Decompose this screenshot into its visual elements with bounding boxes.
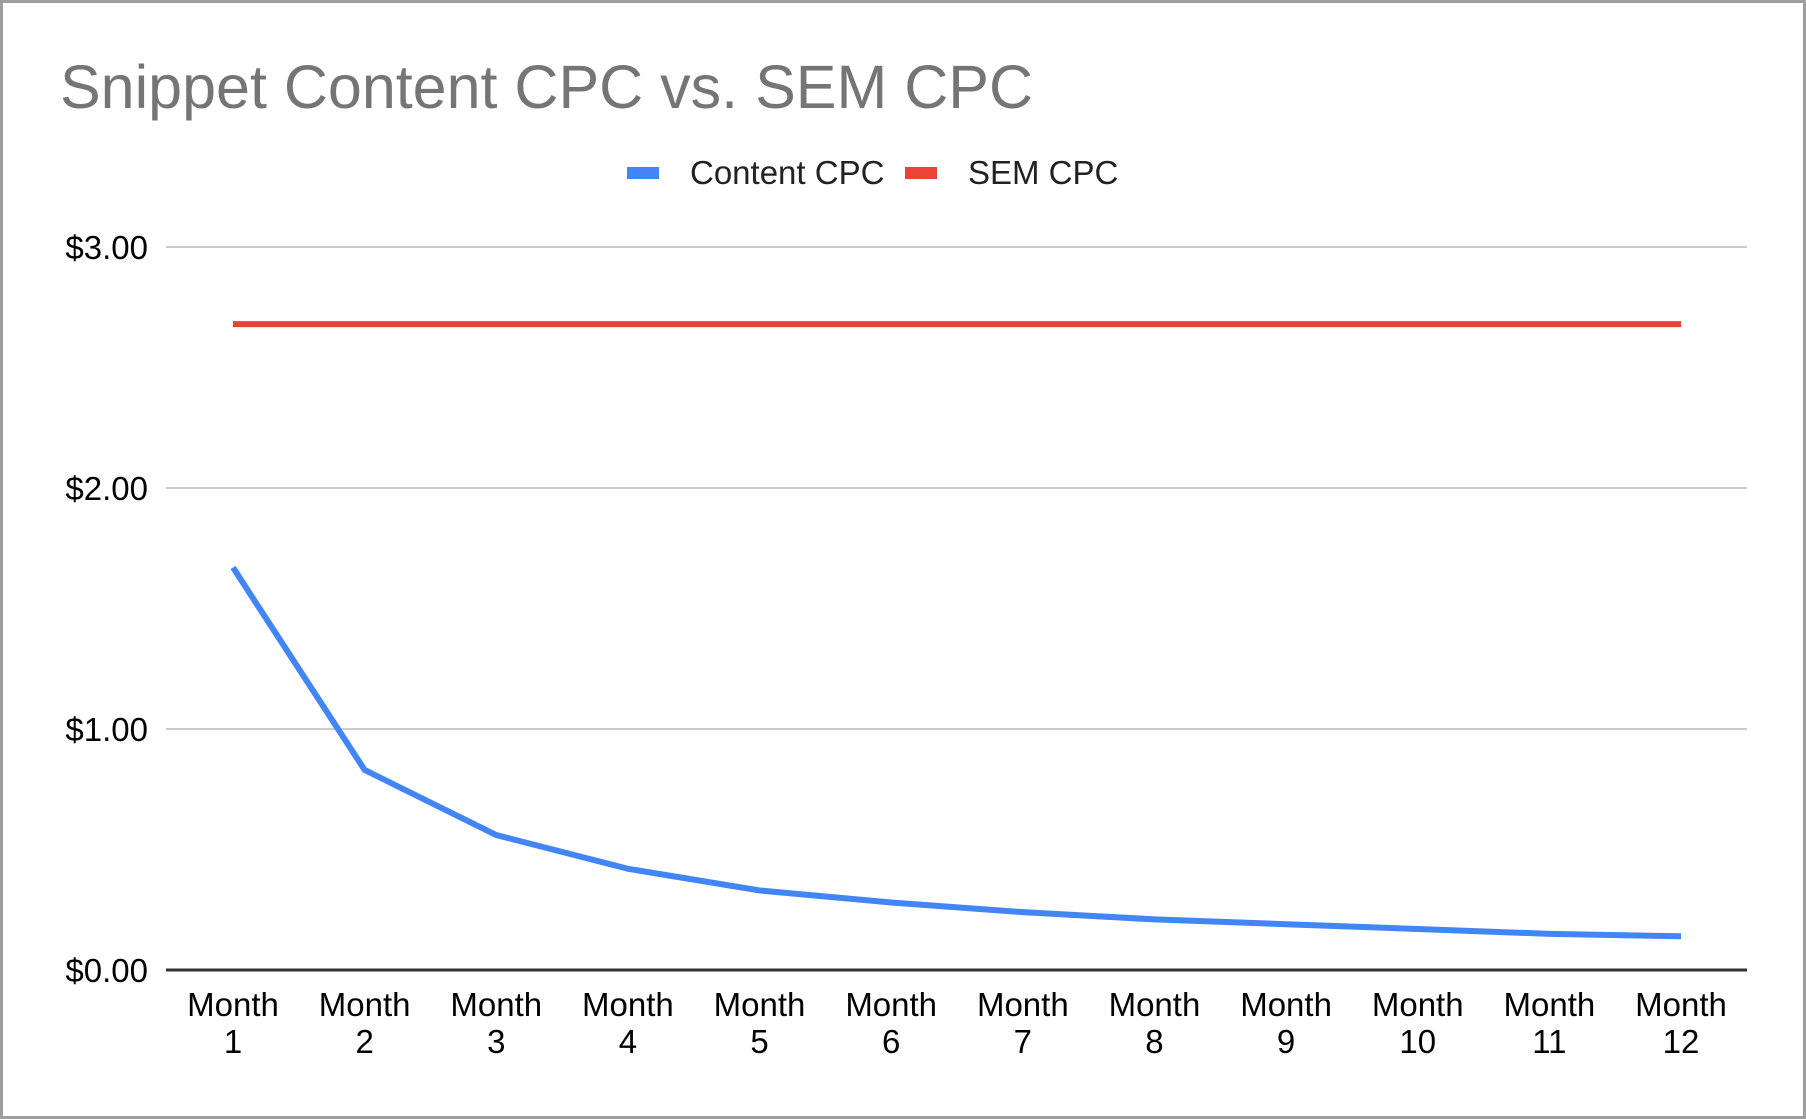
legend-swatch-sem-cpc xyxy=(905,167,937,179)
data-point-sem-cpc[interactable] xyxy=(493,321,499,327)
data-point-sem-cpc[interactable] xyxy=(1283,321,1289,327)
x-tick-label: Month 4 xyxy=(582,986,674,1060)
legend-item-sem-cpc[interactable]: SEM CPC xyxy=(905,154,1118,191)
x-tick-label-line: Month xyxy=(1372,986,1464,1023)
x-tick-label-line: Month xyxy=(450,986,542,1023)
data-point-sem-cpc[interactable] xyxy=(1020,321,1026,327)
x-tick-label-line: 8 xyxy=(1145,1023,1163,1060)
series-lines xyxy=(230,321,1684,940)
data-point-sem-cpc[interactable] xyxy=(230,321,236,327)
x-tick-label-line: 9 xyxy=(1277,1023,1295,1060)
data-point-content-cpc[interactable] xyxy=(1151,916,1157,922)
x-tick-label: Month 1 xyxy=(187,986,279,1060)
x-tick-label-line: Month xyxy=(1109,986,1201,1023)
x-tick-label-line: 10 xyxy=(1399,1023,1436,1060)
data-point-content-cpc[interactable] xyxy=(230,565,236,571)
data-point-content-cpc[interactable] xyxy=(888,900,894,906)
data-point-sem-cpc[interactable] xyxy=(888,321,894,327)
data-point-content-cpc[interactable] xyxy=(1020,909,1026,915)
y-tick-label: $1.00 xyxy=(65,711,148,748)
y-tick-label: $2.00 xyxy=(65,470,148,507)
x-tick-label-line: 5 xyxy=(750,1023,768,1060)
data-point-sem-cpc[interactable] xyxy=(625,321,631,327)
x-tick-label-line: Month xyxy=(977,986,1069,1023)
legend-label-content-cpc: Content CPC xyxy=(690,154,884,191)
chart-title: Snippet Content CPC vs. SEM CPC xyxy=(60,53,1033,121)
data-point-content-cpc[interactable] xyxy=(1283,921,1289,927)
data-point-sem-cpc[interactable] xyxy=(1546,321,1552,327)
data-point-content-cpc[interactable] xyxy=(757,887,763,893)
series-sem-cpc xyxy=(230,321,1684,328)
data-point-sem-cpc[interactable] xyxy=(757,321,763,327)
x-tick-label-line: Month xyxy=(1504,986,1596,1023)
x-tick-label-line: 4 xyxy=(619,1023,637,1060)
y-axis-tick-labels: $0.00 $1.00 $2.00 $3.00 xyxy=(65,229,148,989)
data-point-content-cpc[interactable] xyxy=(625,866,631,872)
x-tick-label-line: Month xyxy=(714,986,806,1023)
series-content-cpc xyxy=(230,565,1684,940)
line-chart: Snippet Content CPC vs. SEM CPC Content … xyxy=(60,53,1747,1060)
data-point-content-cpc[interactable] xyxy=(1546,931,1552,937)
legend-swatch-content-cpc xyxy=(627,167,659,179)
x-tick-label-line: 11 xyxy=(1532,1023,1566,1060)
x-tick-label-line: Month xyxy=(845,986,937,1023)
x-axis-tick-labels: Month 1Month 2Month 3Month 4Month 5Month 6Mont… xyxy=(187,986,1727,1060)
legend-item-content-cpc[interactable]: Content CPC xyxy=(627,154,884,191)
x-tick-label-line: 7 xyxy=(1014,1023,1032,1060)
x-tick-label: Month 6 xyxy=(845,986,937,1060)
data-point-content-cpc[interactable] xyxy=(1678,933,1684,939)
x-tick-label-line: 12 xyxy=(1663,1023,1700,1060)
x-tick-label: Month 8 xyxy=(1109,986,1201,1060)
x-tick-label-line: Month xyxy=(1635,986,1727,1023)
x-tick-label: Month 9 xyxy=(1240,986,1332,1060)
data-point-content-cpc[interactable] xyxy=(1415,926,1421,932)
x-tick-label: Month 12 xyxy=(1635,986,1727,1060)
data-point-content-cpc[interactable] xyxy=(493,832,499,838)
x-tick-label: Month 2 xyxy=(319,986,411,1060)
x-tick-label-line: 3 xyxy=(487,1023,505,1060)
x-tick-label: Month 3 xyxy=(450,986,542,1060)
x-tick-label: Month 7 xyxy=(977,986,1069,1060)
data-point-sem-cpc[interactable] xyxy=(362,321,368,327)
x-tick-label-line: Month xyxy=(582,986,674,1023)
data-point-content-cpc[interactable] xyxy=(362,767,368,773)
gridlines xyxy=(166,246,1747,730)
x-tick-label-line: 6 xyxy=(882,1023,900,1060)
y-tick-label: $0.00 xyxy=(65,952,148,989)
x-tick-label-line: Month xyxy=(187,986,279,1023)
legend-label-sem-cpc: SEM CPC xyxy=(968,154,1118,191)
x-tick-label-line: Month xyxy=(319,986,411,1023)
series-line-content-cpc[interactable] xyxy=(230,565,1682,940)
data-point-sem-cpc[interactable] xyxy=(1415,321,1421,327)
x-tick-label: Month 11 xyxy=(1504,986,1596,1060)
x-tick-label-line: 1 xyxy=(224,1023,242,1060)
legend: Content CPC SEM CPC xyxy=(627,154,1118,191)
x-tick-label: Month 10 xyxy=(1372,986,1464,1060)
data-point-sem-cpc[interactable] xyxy=(1151,321,1157,327)
x-tick-label: Month 5 xyxy=(714,986,806,1060)
x-tick-label-line: 2 xyxy=(355,1023,373,1060)
x-tick-label-line: Month xyxy=(1240,986,1332,1023)
y-tick-label: $3.00 xyxy=(65,229,148,266)
data-point-sem-cpc[interactable] xyxy=(1678,321,1684,327)
